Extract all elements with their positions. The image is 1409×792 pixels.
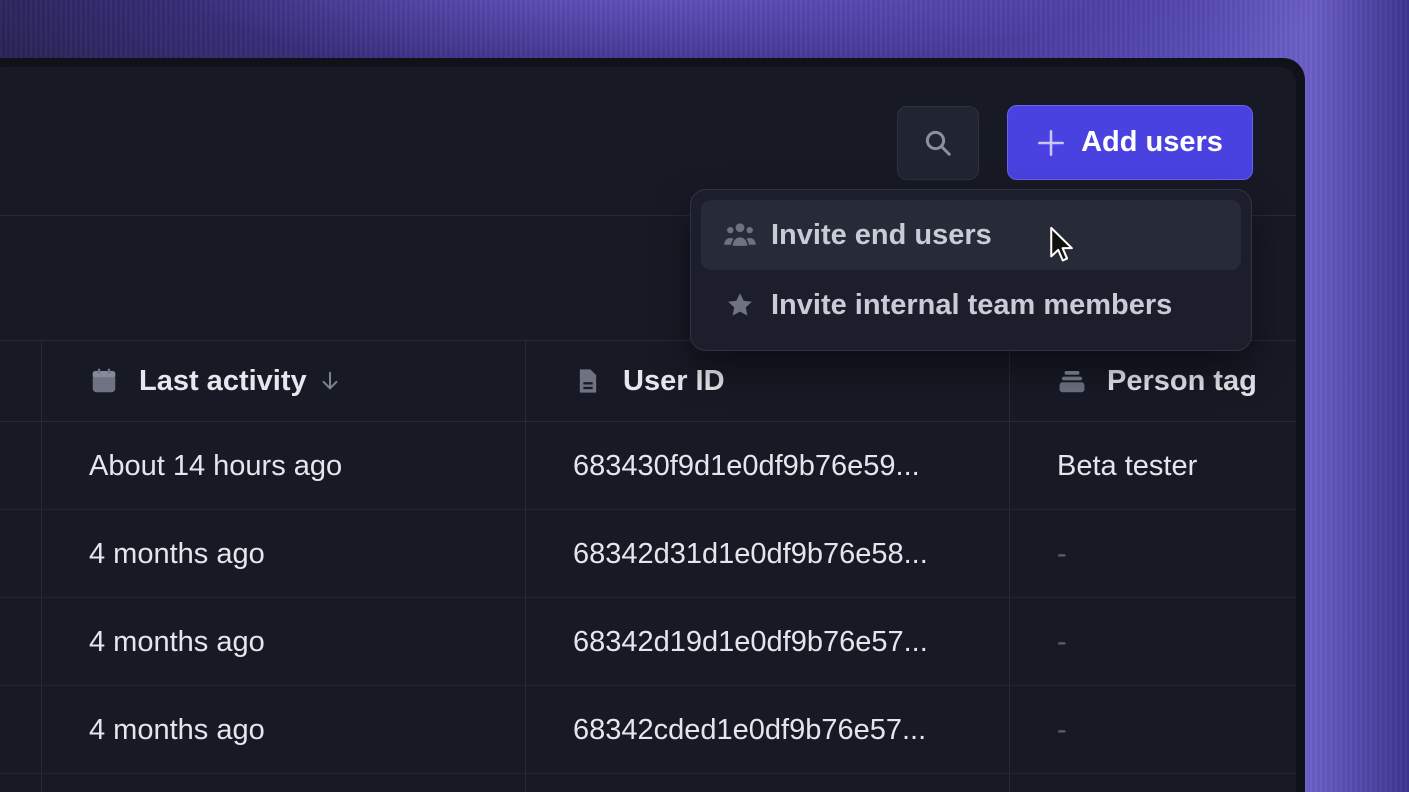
menu-item-invite-end-users[interactable]: Invite end users	[701, 200, 1241, 270]
cell-last-activity: 4 months ago	[89, 625, 265, 658]
cell-last-activity: 4 months ago	[89, 537, 265, 570]
calendar-icon	[87, 366, 121, 396]
users-table: Last activity User ID Person tag About 1…	[0, 340, 1296, 774]
add-users-label: Add users	[1081, 126, 1223, 158]
menu-item-invite-internal-team[interactable]: Invite internal team members	[701, 270, 1241, 340]
sort-arrow-down-icon[interactable]	[319, 369, 341, 393]
menu-item-label: Invite end users	[771, 218, 992, 251]
plus-icon	[1038, 129, 1065, 156]
column-label: User ID	[623, 364, 725, 397]
column-label: Last activity	[139, 364, 307, 397]
search-button[interactable]	[897, 106, 979, 180]
cell-user-id: 68342d19d1e0df9b76e57...	[573, 625, 928, 658]
main-panel: Add users Last activity User ID Person t…	[0, 67, 1296, 792]
table-row[interactable]: About 14 hours ago 683430f9d1e0df9b76e59…	[0, 422, 1296, 510]
cell-person-tag: Beta tester	[1057, 449, 1198, 482]
app-window: Add users Last activity User ID Person t…	[0, 58, 1305, 792]
users-group-icon	[723, 220, 757, 250]
add-users-button[interactable]: Add users	[1007, 105, 1253, 180]
cell-person-tag: -	[1057, 537, 1067, 570]
column-header-person-tag[interactable]: Person tag	[1055, 341, 1257, 421]
column-header-last-activity[interactable]: Last activity	[87, 341, 341, 421]
mouse-pointer-icon	[1050, 226, 1073, 262]
cell-last-activity: About 14 hours ago	[89, 449, 343, 482]
cell-user-id: 68342d31d1e0df9b76e58...	[573, 537, 928, 570]
column-header-user-id[interactable]: User ID	[571, 341, 725, 421]
table-header: Last activity User ID Person tag	[0, 340, 1296, 422]
cell-user-id: 68342cded1e0df9b76e57...	[573, 713, 927, 746]
table-row[interactable]: 4 months ago 68342d31d1e0df9b76e58... -	[0, 510, 1296, 598]
cell-person-tag: -	[1057, 713, 1067, 746]
menu-item-label: Invite internal team members	[771, 288, 1173, 321]
cell-last-activity: 4 months ago	[89, 713, 265, 746]
table-row[interactable]: 4 months ago 68342cded1e0df9b76e57... -	[0, 686, 1296, 774]
tag-stack-icon	[1055, 366, 1089, 396]
cell-person-tag: -	[1057, 625, 1067, 658]
star-icon	[723, 290, 757, 320]
table-row[interactable]: 4 months ago 68342d19d1e0df9b76e57... -	[0, 598, 1296, 686]
search-icon	[925, 130, 951, 156]
column-label: Person tag	[1107, 364, 1257, 397]
add-users-dropdown: Invite end users Invite internal team me…	[690, 189, 1252, 351]
document-icon	[571, 366, 605, 396]
cell-user-id: 683430f9d1e0df9b76e59...	[573, 449, 920, 482]
